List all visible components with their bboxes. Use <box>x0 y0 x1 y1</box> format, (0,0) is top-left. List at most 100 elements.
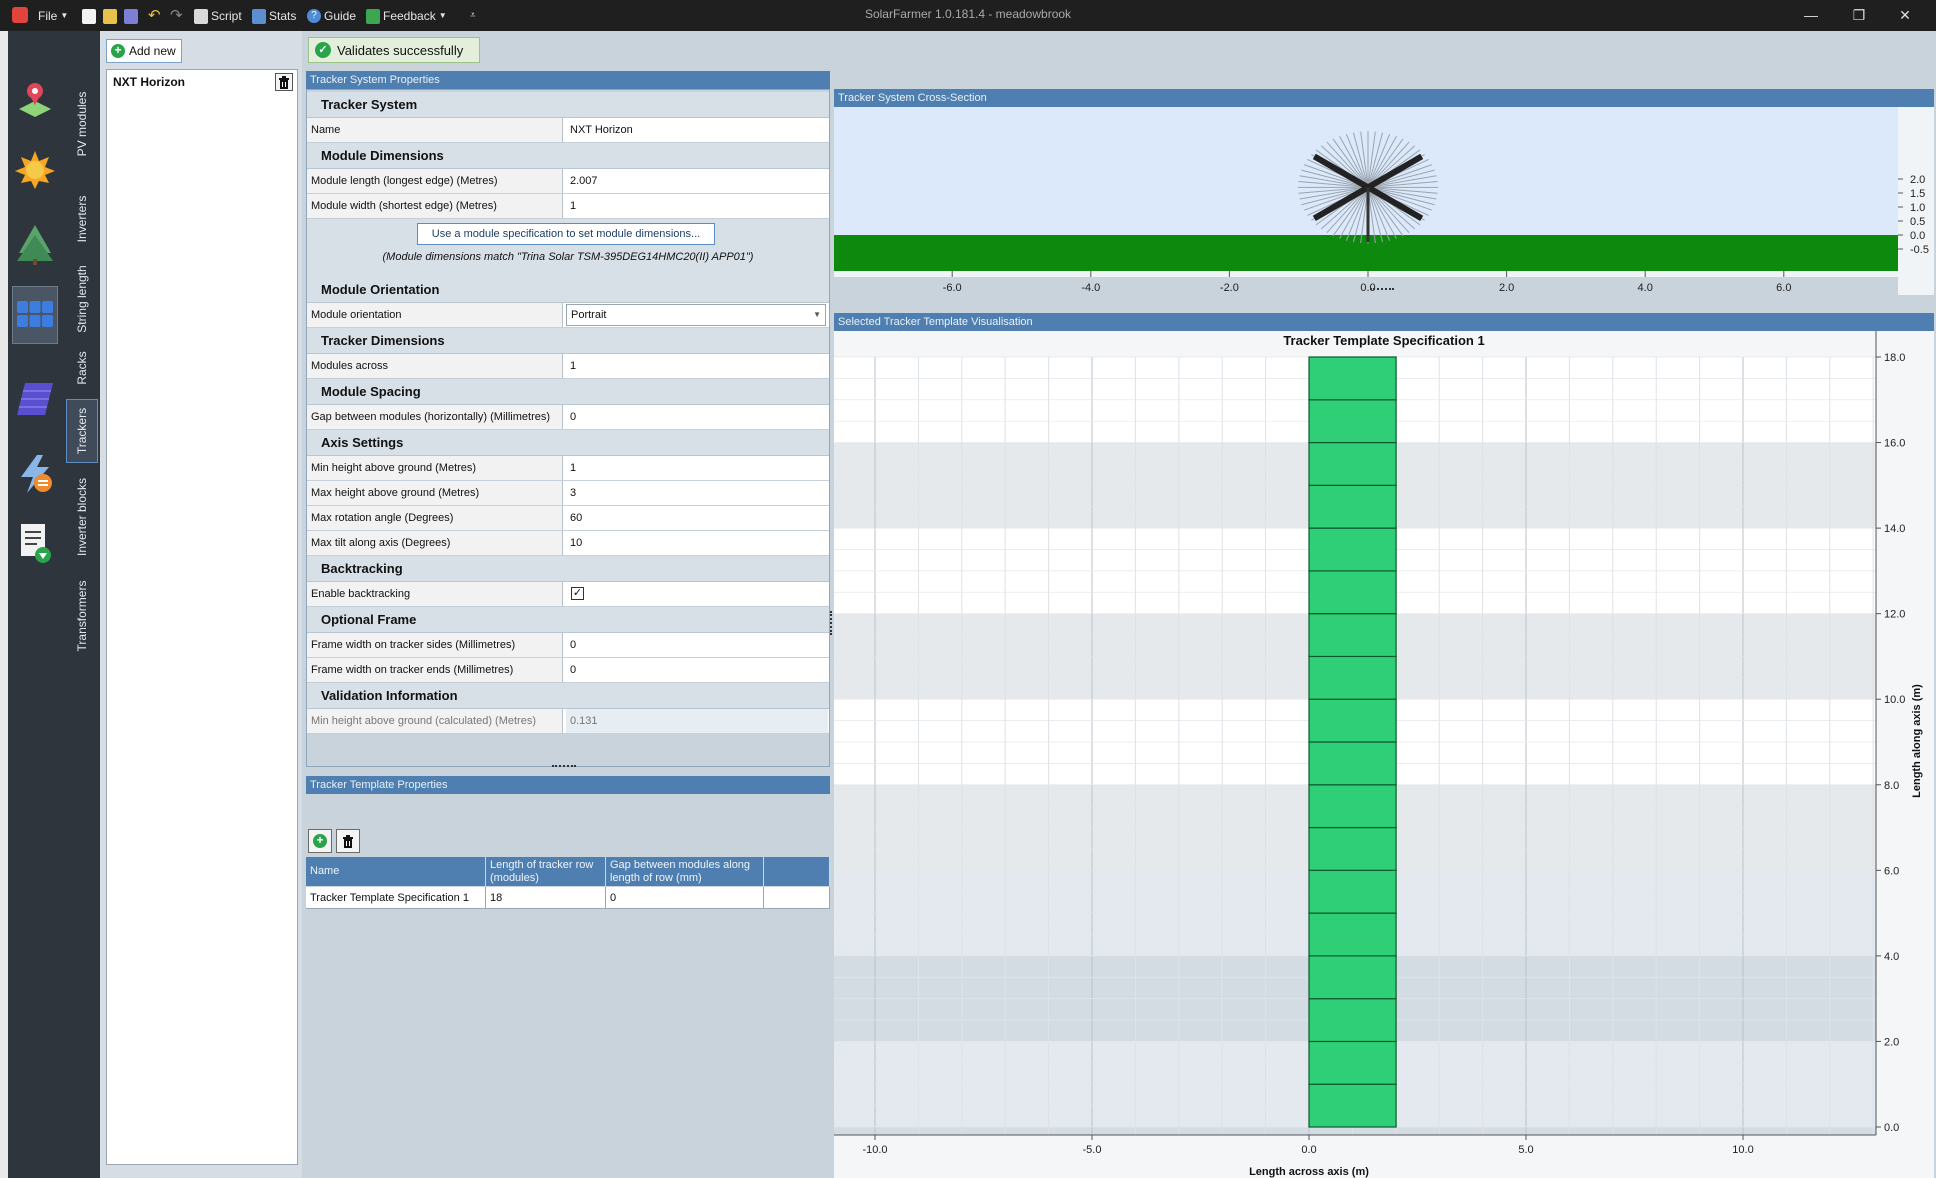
redo-icon: ↷ <box>170 7 183 24</box>
row-enable-backtracking: Enable backtracking ✓ <box>307 582 829 607</box>
title-bar: File ▼ ↶ ↷ Script Stats ? Guide Feedback ▼ … <box>0 0 1936 31</box>
delete-template-button[interactable] <box>336 829 360 853</box>
script-button[interactable]: Script <box>194 6 242 26</box>
cross-section-panel: Tracker System Cross-Section -6.0 -4.0 -2.… <box>834 89 1934 295</box>
column-header-spacer <box>764 857 830 886</box>
row-label: Name <box>307 118 563 142</box>
row-module-orientation: Module orientation Portrait ▼ <box>307 303 829 328</box>
module-length-field[interactable]: 2.007 <box>566 169 828 193</box>
y-tick-label: 14.0 <box>1884 523 1905 535</box>
tab-racks[interactable]: Racks <box>66 341 98 395</box>
cross-section-splitter[interactable] <box>1370 288 1394 292</box>
row-frame-sides: Frame width on tracker sides (Millimetre… <box>307 633 829 658</box>
y-axis-label: Length along axis (m) <box>1911 684 1923 798</box>
chevron-down-icon: ▼ <box>813 310 821 319</box>
equipment-button[interactable] <box>12 286 58 344</box>
row-label: Max height above ground (Metres) <box>307 481 563 505</box>
open-file-button[interactable] <box>103 6 117 26</box>
add-new-label: Add new <box>129 44 176 58</box>
column-header-gap[interactable]: Gap between modules along length of row … <box>606 857 764 886</box>
undo-button[interactable]: ↶ <box>148 6 161 26</box>
section-optional-frame: Optional Frame <box>307 607 829 633</box>
modules-across-field[interactable]: 1 <box>566 354 828 378</box>
enable-backtracking-checkbox[interactable]: ✓ <box>571 587 584 600</box>
column-header-length[interactable]: Length of tracker row (modules) <box>486 857 606 886</box>
tab-inverters-label: Inverters <box>75 195 89 243</box>
electrical-button[interactable] <box>12 451 58 497</box>
report-download-icon <box>21 524 51 563</box>
tab-transformers[interactable]: Transformers <box>66 571 98 661</box>
tab-inverters[interactable]: Inverters <box>66 181 98 257</box>
customize-toolbar-button[interactable]: ⩡ <box>470 6 476 26</box>
add-new-button[interactable]: + Add new <box>106 39 182 63</box>
list-item[interactable]: NXT Horizon <box>109 72 295 92</box>
restore-button[interactable]: ❐ <box>1836 0 1882 31</box>
x-tick-label: 0.0 <box>1301 1144 1316 1156</box>
table-cell-length[interactable]: 18 <box>486 887 606 909</box>
frame-ends-field[interactable]: 0 <box>566 658 828 682</box>
feedback-button[interactable]: Feedback ▼ <box>366 6 447 26</box>
close-button[interactable]: ✕ <box>1882 0 1928 31</box>
column-header-name[interactable]: Name <box>306 857 486 886</box>
module-width-field[interactable]: 1 <box>566 194 828 218</box>
layout-button[interactable] <box>12 376 58 422</box>
horizon-button[interactable] <box>12 221 58 267</box>
horizontal-splitter[interactable] <box>552 765 576 769</box>
open-folder-icon <box>103 8 117 24</box>
min-height-field[interactable]: 1 <box>566 456 828 480</box>
section-tracker-dimensions: Tracker Dimensions <box>307 328 829 354</box>
gap-horizontal-field[interactable]: 0 <box>566 405 828 429</box>
use-module-spec-button[interactable]: Use a module specification to set module… <box>417 223 715 245</box>
row-label: Frame width on tracker sides (Millimetre… <box>307 633 563 657</box>
section-module-orientation: Module Orientation <box>307 277 829 303</box>
check-icon: ✓ <box>315 42 331 58</box>
row-name: Name NXT Horizon <box>307 118 829 143</box>
module-orientation-select[interactable]: Portrait ▼ <box>566 304 826 326</box>
y-tick-label: 4.0 <box>1884 951 1899 963</box>
add-template-button[interactable]: + <box>308 829 332 853</box>
guide-button[interactable]: ? Guide <box>307 6 356 26</box>
max-rotation-field[interactable]: 60 <box>566 506 828 530</box>
new-file-button[interactable] <box>82 6 96 26</box>
report-button[interactable] <box>12 521 58 567</box>
max-tilt-field[interactable]: 10 <box>566 531 828 555</box>
customize-icon: ⩡ <box>470 10 476 21</box>
row-label: Module width (shortest edge) (Metres) <box>307 194 563 218</box>
stats-label: Stats <box>269 9 297 23</box>
section-module-dimensions: Module Dimensions <box>307 143 829 169</box>
tab-string-length-label: String length <box>75 265 89 333</box>
table-cell-name[interactable]: Tracker Template Specification 1 <box>306 887 486 909</box>
frame-sides-field[interactable]: 0 <box>566 633 828 657</box>
section-axis-settings: Axis Settings <box>307 430 829 456</box>
tab-inverter-blocks-label: Inverter blocks <box>75 477 89 557</box>
max-height-field[interactable]: 3 <box>566 481 828 505</box>
module-rect <box>1308 399 1397 444</box>
validation-status-label: Validates successfully <box>337 42 464 58</box>
tracker-props-header: Tracker System Properties <box>306 71 830 89</box>
tab-pv-modules[interactable]: PV modules <box>66 69 98 179</box>
redo-button[interactable]: ↷ <box>170 6 183 26</box>
save-button[interactable] <box>124 6 138 26</box>
module-rect <box>1308 998 1397 1043</box>
tab-string-length[interactable]: String length <box>66 259 98 339</box>
minimize-button[interactable]: — <box>1788 0 1834 31</box>
guide-label: Guide <box>324 9 357 23</box>
module-rect <box>1308 527 1397 572</box>
irradiance-button[interactable] <box>12 146 58 192</box>
save-icon <box>124 8 138 24</box>
row-label: Min height above ground (calculated) (Me… <box>307 709 563 733</box>
stats-button[interactable]: Stats <box>252 6 296 26</box>
section-tracker-system: Tracker System <box>307 92 829 118</box>
location-button[interactable] <box>12 76 58 122</box>
map-pin-icon <box>19 83 51 117</box>
tab-inverter-blocks[interactable]: Inverter blocks <box>66 467 98 567</box>
y-tick-label: 18.0 <box>1884 352 1905 364</box>
tab-trackers[interactable]: Trackers <box>66 399 98 463</box>
delete-item-button[interactable] <box>275 73 293 91</box>
name-field[interactable]: NXT Horizon <box>566 118 828 142</box>
y-tick-label: 0.0 <box>1884 1122 1899 1134</box>
x-tick-label: 2.0 <box>1499 282 1514 294</box>
x-tick-label: 6.0 <box>1776 282 1791 294</box>
table-cell-gap[interactable]: 0 <box>606 887 764 909</box>
file-menu[interactable]: File ▼ <box>38 6 68 26</box>
